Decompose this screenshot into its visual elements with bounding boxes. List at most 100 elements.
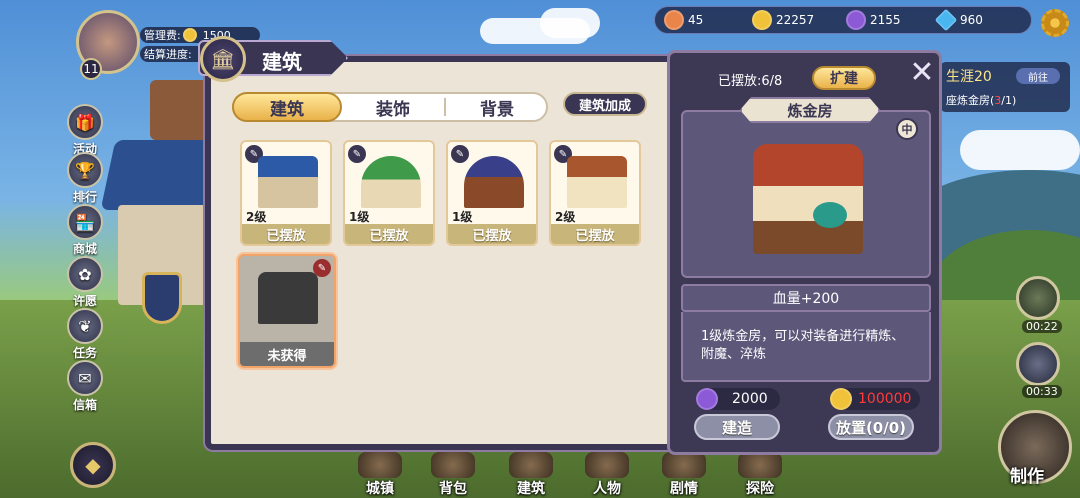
building-silhouette (258, 272, 318, 324)
trophy-icon: 🏆 (67, 152, 103, 188)
card-status: 已摆放 (448, 224, 536, 244)
cauldron (813, 202, 847, 228)
building-sprite (361, 156, 421, 208)
side-menu-mailbox[interactable]: ✉ 信箱 (62, 360, 108, 413)
pin-icon: ✎ (348, 145, 366, 163)
wish-icon: ✿ (67, 256, 103, 292)
building-card[interactable]: ✎ 2级 已摆放 (240, 140, 332, 246)
building-card[interactable]: ✎ 1级 已摆放 (446, 140, 538, 246)
quest-go-button[interactable]: 前往 (1016, 68, 1060, 84)
card-level: 2级 (246, 210, 267, 224)
nav-characters[interactable]: 人物 (578, 448, 636, 498)
tab-label: 建筑 (270, 99, 304, 120)
purple-value: 2155 (870, 13, 901, 27)
cloud (960, 130, 1080, 170)
side-menu-wish[interactable]: ✿ 许愿 (62, 256, 108, 309)
mgmt-fee-label: 管理费: (144, 29, 181, 42)
building-stat: 血量+200 (681, 284, 931, 312)
building-card[interactable]: ✎ 1级 已摆放 (343, 140, 435, 246)
gold-coin-icon (752, 10, 772, 30)
nav-story[interactable]: 剧情 (655, 448, 713, 498)
resource-gold[interactable]: 22257 (748, 9, 822, 31)
quest-title: 生涯20 (946, 69, 992, 85)
quest-sub: 座炼金房( (946, 94, 995, 107)
cost-gold-value: 100000 (858, 391, 912, 407)
diamond-icon (934, 8, 958, 32)
building-bonus-button[interactable]: 建筑加成 (563, 92, 647, 116)
bag-icon (431, 452, 475, 478)
nav-label: 人物 (593, 481, 621, 497)
tab-backgrounds[interactable]: 背景 (446, 92, 548, 122)
gift-icon: 🎁 (67, 104, 103, 140)
side-menu-label: 排行 (72, 190, 97, 204)
nav-bag[interactable]: 背包 (424, 448, 482, 498)
nav-explore[interactable]: 探险 (731, 448, 789, 498)
alchemy-house-sprite (753, 144, 863, 254)
menu-toggle-icon[interactable]: ◆ (70, 442, 116, 488)
card-status: 未获得 (240, 342, 334, 366)
nav-label: 剧情 (670, 481, 698, 497)
purple-gem-icon (696, 388, 718, 410)
tab-label: 装饰 (376, 99, 410, 120)
sword-icon[interactable] (1016, 342, 1060, 386)
grade-label: 中 (901, 123, 913, 136)
resource-purple[interactable]: 2155 (842, 9, 909, 31)
card-level: 2级 (555, 210, 576, 224)
card-status: 已摆放 (345, 224, 433, 244)
story-icon (662, 452, 706, 478)
quest-go-label: 前往 (1028, 72, 1048, 84)
side-menu-tasks[interactable]: ❦ 任务 (62, 308, 108, 361)
resource-stamina[interactable]: 45 (660, 9, 711, 31)
card-status: 已摆放 (551, 224, 639, 244)
side-menu-label: 商城 (72, 242, 97, 256)
town-icon (358, 452, 402, 478)
expand-label: 扩建 (830, 71, 858, 87)
building-card-locked[interactable]: ✎ 未获得 (238, 254, 336, 368)
tab-buildings[interactable]: 建筑 (232, 92, 342, 122)
quest-desc: 座炼金房(3/1) (946, 92, 1016, 108)
cost-gold: 100000 (830, 388, 920, 410)
shop-icon: 🏪 (67, 204, 103, 240)
build-button[interactable]: 建造 (694, 414, 780, 440)
tea-cup-icon[interactable] (1016, 276, 1060, 320)
tab-decorations[interactable]: 装饰 (342, 92, 444, 122)
placed-count: 已摆放:6/8 (718, 74, 783, 89)
gold-coin-icon (182, 28, 197, 42)
nav-label: 城镇 (366, 481, 394, 497)
resource-diamond[interactable]: 960 (932, 8, 991, 32)
panel-title: 建筑 (262, 50, 302, 74)
side-menu-label: 任务 (72, 346, 97, 360)
pin-icon: ✎ (451, 145, 469, 163)
mail-icon: ✉ (67, 360, 103, 396)
purple-gem-icon (846, 10, 866, 30)
timer-2: 00:33 (1022, 385, 1062, 398)
building-sprite (258, 156, 318, 208)
cost-purple-value: 2000 (732, 391, 768, 407)
settings-gear-icon[interactable] (1041, 9, 1069, 37)
explore-icon (738, 452, 782, 478)
building-name-banner: 炼金房 (740, 97, 880, 123)
building-icon (509, 452, 553, 478)
cloud (540, 8, 600, 38)
building-description: 1级炼金房，可以对装备进行精炼、附魔、淬炼 (681, 312, 931, 382)
building-card[interactable]: ✎ 2级 已摆放 (549, 140, 641, 246)
expand-button[interactable]: 扩建 (812, 66, 876, 90)
close-icon[interactable]: ✕ (906, 55, 938, 90)
building-name: 炼金房 (787, 101, 833, 120)
place-button[interactable]: 放置(0/0) (828, 414, 914, 440)
tower (150, 80, 210, 140)
side-menu-activity[interactable]: 🎁 活动 (62, 104, 108, 157)
card-level: 1级 (349, 210, 370, 224)
nav-label: 探险 (746, 481, 774, 497)
building-sprite (464, 156, 524, 208)
side-menu-shop[interactable]: 🏪 商城 (62, 204, 108, 257)
shield-decoration (142, 272, 182, 324)
nav-building[interactable]: 建筑 (502, 448, 560, 498)
card-level: 1级 (452, 210, 473, 224)
nav-label: 背包 (439, 481, 467, 497)
side-menu-label: 许愿 (72, 294, 97, 308)
gold-value: 22257 (776, 13, 815, 27)
nav-town[interactable]: 城镇 (351, 448, 409, 498)
player-level-badge: 11 (80, 58, 102, 80)
side-menu-ranking[interactable]: 🏆 排行 (62, 152, 108, 205)
